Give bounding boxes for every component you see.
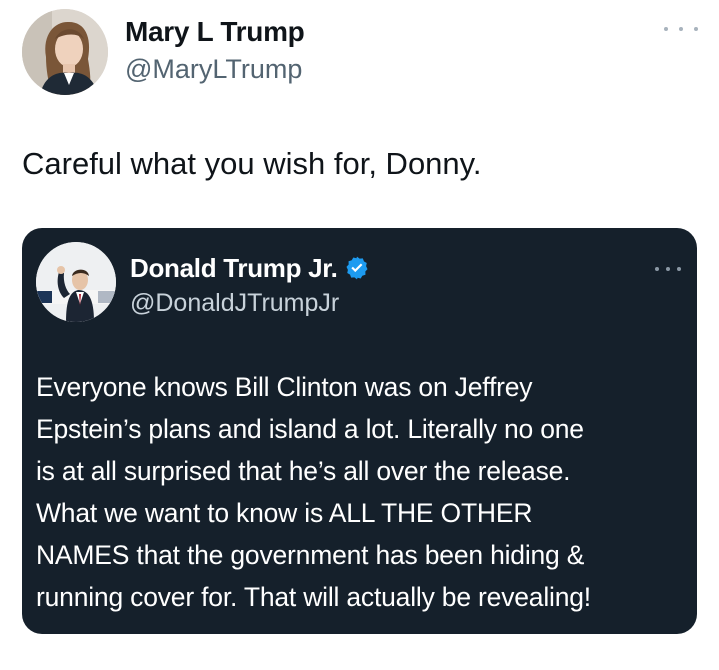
more-options-icon bbox=[666, 267, 670, 271]
more-options-icon bbox=[679, 27, 683, 31]
more-options-icon bbox=[655, 267, 659, 271]
more-options-icon bbox=[664, 27, 668, 31]
quoted-author-name-row[interactable]: Donald Trump Jr. bbox=[130, 252, 370, 284]
more-options-icon bbox=[694, 27, 698, 31]
quoted-tweet-text-line: Everyone knows Bill Clinton was on Jeffr… bbox=[36, 372, 533, 402]
quoted-tweet-text-line: NAMES that the government has been hidin… bbox=[36, 540, 585, 570]
quoted-tweet-text-line: Epstein’s plans and island a lot. Litera… bbox=[36, 414, 584, 444]
quoted-author-display-name[interactable]: Donald Trump Jr. bbox=[130, 252, 338, 284]
quoted-author-avatar[interactable] bbox=[36, 242, 116, 322]
quoted-more-options-button[interactable] bbox=[655, 264, 681, 274]
author-display-name[interactable]: Mary L Trump bbox=[125, 16, 305, 48]
avatar-photo-icon bbox=[36, 242, 116, 322]
author-avatar[interactable] bbox=[22, 9, 108, 95]
quoted-author-handle[interactable]: @DonaldJTrumpJr bbox=[130, 288, 339, 318]
quoted-tweet-text: Everyone knows Bill Clinton was on Jeffr… bbox=[36, 366, 688, 618]
tweet-text: Careful what you wish for, Donny. bbox=[22, 146, 482, 181]
author-handle[interactable]: @MaryLTrump bbox=[125, 54, 302, 84]
more-options-button[interactable] bbox=[664, 23, 698, 35]
quoted-tweet-card[interactable]: Donald Trump Jr. @DonaldJTrumpJr Everyon… bbox=[22, 228, 697, 634]
verified-badge-icon bbox=[344, 255, 370, 281]
quoted-tweet-text-line: is at all surprised that he’s all over t… bbox=[36, 456, 571, 486]
quoted-tweet-text-line: running cover for. That will actually be… bbox=[36, 582, 591, 612]
more-options-icon bbox=[677, 267, 681, 271]
avatar-photo-icon bbox=[22, 9, 108, 95]
quoted-tweet-text-line: What we want to know is ALL THE OTHER bbox=[36, 498, 533, 528]
